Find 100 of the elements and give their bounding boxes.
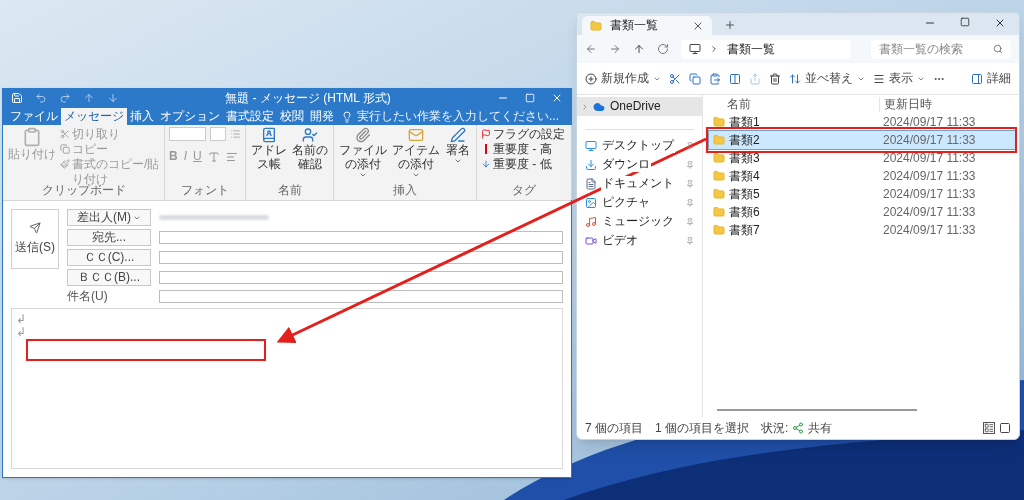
redo-icon[interactable] [59, 92, 71, 104]
file-row[interactable]: 書類5 2024/09/17 11:33 [709, 185, 1015, 203]
file-row[interactable]: 書類7 2024/09/17 11:33 [709, 221, 1015, 239]
navigation-item[interactable]: デスクトップ [577, 136, 702, 155]
file-name: 書類6 [729, 204, 760, 220]
ribbon-group-label: 挿入 [393, 183, 417, 198]
send-icon [29, 222, 41, 234]
down-arrow-icon [481, 159, 491, 169]
send-button[interactable]: 送信(S) [11, 209, 59, 269]
font-name-field[interactable] [169, 127, 206, 141]
up-arrow-icon[interactable] [83, 92, 95, 104]
font-size-field[interactable] [209, 127, 227, 141]
down-arrow-icon[interactable] [107, 92, 119, 104]
address-field[interactable] [159, 271, 563, 284]
undo-icon[interactable] [35, 92, 47, 104]
address-button[interactable]: 差出人(M) [67, 209, 151, 226]
share-icon[interactable] [749, 72, 761, 85]
navigation-item[interactable]: ビデオ [577, 231, 702, 250]
folder-icon [713, 170, 725, 182]
address-button[interactable]: ＣＣ(C)... [67, 249, 151, 266]
address-field[interactable]: 書類一覧 [681, 39, 851, 59]
file-row[interactable]: 書類6 2024/09/17 11:33 [709, 203, 1015, 221]
address-book-button[interactable]: アドレス帳 [250, 127, 288, 171]
scissors-icon[interactable] [669, 72, 681, 85]
cloud-icon [593, 100, 605, 113]
up-arrow-icon[interactable] [633, 43, 645, 55]
lightbulb-icon [341, 110, 353, 123]
pin-icon [686, 160, 694, 169]
ribbon-tab[interactable]: 開発 [307, 108, 337, 125]
ribbon-tab[interactable]: 書式設定 [223, 108, 277, 125]
plus-icon[interactable] [724, 19, 736, 31]
item-count: 7 個の項目 [585, 420, 643, 436]
folder-icon [713, 188, 725, 200]
paragraph-mark: ↲ [16, 313, 26, 326]
panel-icon [971, 72, 983, 85]
attach-file-button[interactable]: ファイルの添付 [338, 127, 388, 179]
search-icon [993, 44, 1003, 54]
subject-field[interactable] [159, 290, 563, 303]
subject-label: 件名(U) [67, 289, 109, 304]
ribbon-tab[interactable]: 校閲 [277, 108, 307, 125]
tab-title: 書類一覧 [610, 18, 658, 33]
close-icon[interactable] [994, 17, 1006, 29]
close-icon[interactable] [551, 92, 563, 104]
navigation-item[interactable]: ピクチャ [577, 193, 702, 212]
explorer-tab[interactable]: 書類一覧 [582, 16, 712, 35]
navigation-item[interactable]: ダウンロ [577, 155, 702, 174]
horizontal-scrollbar[interactable] [717, 409, 917, 411]
maximize-icon[interactable] [960, 17, 970, 27]
column-header: 更新日時 [884, 96, 932, 111]
save-icon[interactable] [11, 92, 23, 104]
status-value: 共有 [808, 420, 833, 436]
signature-button[interactable]: 署名 [444, 127, 472, 165]
forward-arrow-icon[interactable] [609, 43, 621, 55]
trash-icon[interactable] [769, 72, 781, 85]
follow-up-button[interactable]: フラグの設定 [481, 127, 567, 142]
column-header: 名前 [727, 96, 751, 111]
address-button[interactable]: 宛先... [67, 229, 151, 246]
folder-icon [713, 116, 725, 128]
back-arrow-icon[interactable] [585, 43, 597, 55]
download-icon [585, 158, 597, 171]
folder-icon [590, 19, 602, 32]
attach-item-button[interactable]: アイテムの添付 [391, 127, 441, 179]
address-field[interactable] [159, 251, 563, 264]
bullet-list-icon[interactable] [230, 128, 241, 140]
search-field[interactable]: 書類一覧の検索 [871, 39, 1011, 59]
address-button[interactable]: ＢＣＣ(B)... [67, 269, 151, 286]
paste-icon[interactable] [709, 72, 721, 85]
pin-icon [686, 217, 694, 226]
tell-me-field[interactable]: 実行したい作業を入力してください... [341, 108, 559, 125]
ribbon-tab[interactable]: メッセージ [61, 108, 127, 125]
high-importance-button[interactable]: 重要度 - 高 [481, 142, 567, 157]
folder-icon [713, 134, 725, 146]
sort-button[interactable]: 並べ替え [789, 71, 865, 86]
file-name: 書類5 [729, 186, 760, 202]
details-view-icon[interactable] [983, 422, 995, 434]
address-field[interactable] [159, 231, 563, 244]
new-button[interactable]: 新規作成 [585, 71, 661, 86]
ribbon-tab[interactable]: 挿入 [127, 108, 157, 125]
navigation-item[interactable]: ミュージック [577, 212, 702, 231]
envelope-icon [408, 127, 424, 143]
file-name: 書類7 [729, 222, 760, 238]
ribbon-tab[interactable]: ファイル [7, 108, 61, 125]
file-row[interactable]: 書類1 2024/09/17 11:33 [709, 113, 1015, 131]
file-name: 書類4 [729, 168, 760, 184]
video-icon [585, 234, 597, 247]
ribbon-tab[interactable]: オプション [157, 108, 223, 125]
refresh-icon[interactable] [657, 43, 669, 55]
copy-icon[interactable] [689, 72, 701, 85]
navigation-item[interactable]: ドキュメント [577, 174, 702, 193]
file-row[interactable]: 書類3 2024/09/17 11:33 [709, 149, 1015, 167]
check-names-button[interactable]: 名前の確認 [291, 127, 329, 171]
navigation-item[interactable]: OneDrive [577, 97, 702, 116]
modified-date: 2024/09/17 11:33 [882, 222, 976, 238]
tiles-view-icon[interactable] [999, 422, 1011, 434]
chevron-icon [581, 102, 589, 111]
paperclip-icon [355, 127, 371, 143]
low-importance-button[interactable]: 重要度 - 低 [481, 157, 567, 172]
file-row[interactable]: 書類4 2024/09/17 11:33 [709, 167, 1015, 185]
view-button[interactable]: 表示 [873, 71, 925, 86]
details-button[interactable]: 詳細 [971, 71, 1011, 86]
